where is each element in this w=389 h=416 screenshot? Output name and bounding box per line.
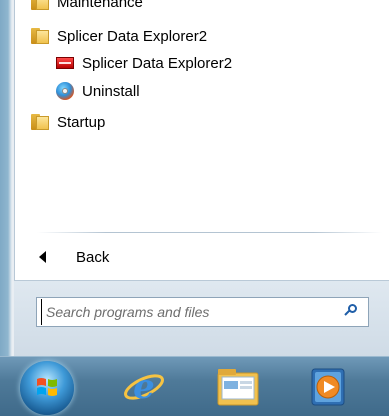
- separator: [37, 232, 382, 233]
- back-label: Back: [76, 248, 110, 266]
- search-area: [14, 280, 389, 356]
- windows-flag-icon: [37, 378, 57, 396]
- program-item-label: Splicer Data Explorer2: [57, 27, 208, 45]
- windows-explorer-icon[interactable]: [214, 365, 262, 409]
- start-menu: Maintenance Splicer Data Explorer2 Splic…: [0, 0, 389, 356]
- splicer-app-icon: [56, 54, 74, 72]
- back-button[interactable]: Back: [39, 243, 109, 271]
- folder-icon: [31, 114, 49, 130]
- program-item-label: Maintenance: [57, 0, 143, 11]
- program-item-label: Splicer Data Explorer2: [82, 54, 233, 72]
- svg-text:e: e: [133, 367, 155, 407]
- media-player-icon[interactable]: [306, 365, 350, 409]
- program-item-maintenance[interactable]: Maintenance: [31, 0, 143, 16]
- program-item-splicer-folder[interactable]: Splicer Data Explorer2: [31, 22, 207, 50]
- program-item-startup[interactable]: Startup: [31, 108, 105, 136]
- folder-icon: [31, 28, 49, 44]
- uninstall-icon: [56, 82, 74, 100]
- search-box[interactable]: [36, 297, 369, 327]
- program-item-label: Startup: [57, 113, 106, 131]
- program-item-uninstall[interactable]: Uninstall: [56, 77, 140, 105]
- back-arrow-icon: [39, 251, 46, 263]
- program-item-splicer-app[interactable]: Splicer Data Explorer2: [56, 49, 232, 77]
- search-icon[interactable]: [344, 304, 360, 320]
- internet-explorer-icon[interactable]: e: [122, 365, 166, 409]
- search-input[interactable]: [41, 299, 344, 325]
- folder-icon: [31, 0, 49, 10]
- start-orb-icon[interactable]: [20, 361, 74, 415]
- program-item-label: Uninstall: [82, 82, 140, 100]
- taskbar: e: [0, 356, 389, 416]
